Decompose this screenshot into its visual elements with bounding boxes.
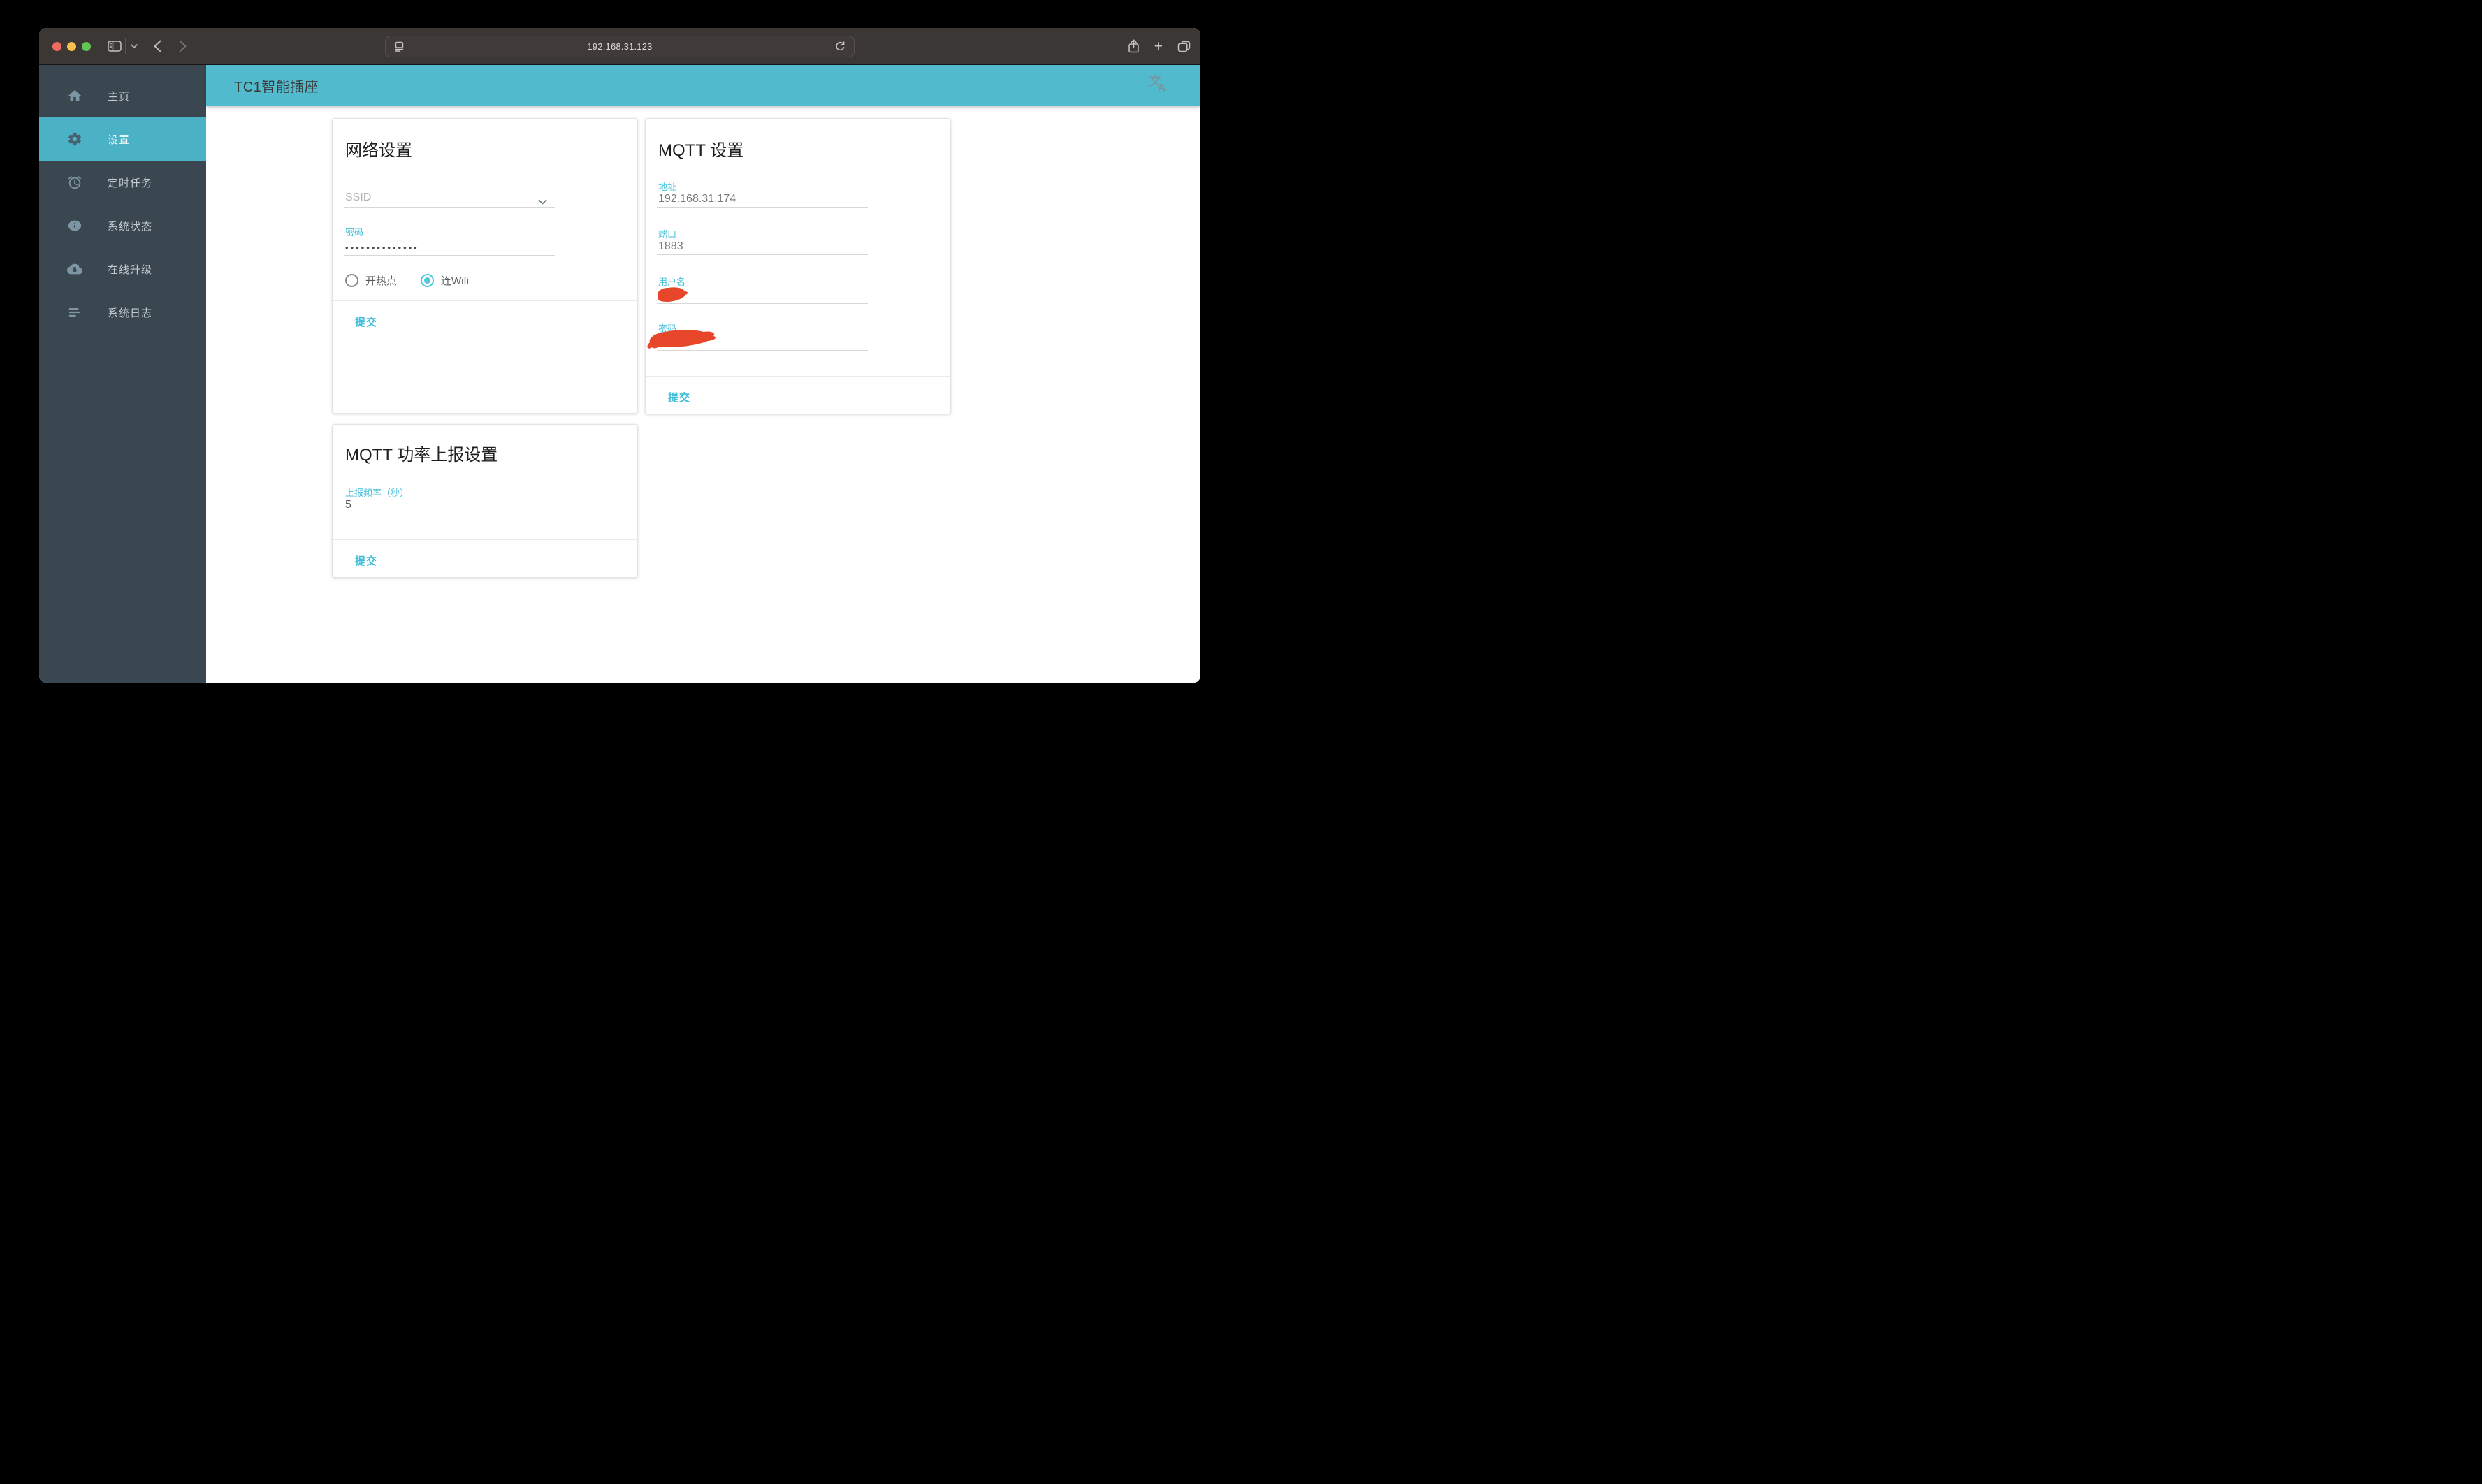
- wifi-radio[interactable]: [421, 274, 435, 287]
- url-text[interactable]: 192.168.31.123: [405, 41, 835, 52]
- sidebar-item-system-logs[interactable]: 系统日志: [39, 291, 206, 334]
- page-title: TC1智能插座: [234, 80, 319, 95]
- power-submit-button[interactable]: 提交: [348, 549, 384, 572]
- sidebar-item-scheduled-tasks[interactable]: 定时任务: [39, 161, 206, 204]
- input-underline: [657, 254, 868, 255]
- input-underline: [657, 303, 868, 304]
- sidebar-item-label: 定时任务: [108, 177, 153, 189]
- sidebar-toggle-icon[interactable]: [106, 28, 123, 64]
- browser-window: 192.168.31.123 + 主页 设置 定时任务 系统状态 在线升级 系统…: [39, 28, 1200, 683]
- hotspot-radio[interactable]: [345, 274, 358, 287]
- card-divider: [333, 539, 637, 540]
- alarm-icon: [67, 175, 82, 190]
- mqtt-submit-button[interactable]: 提交: [661, 386, 697, 409]
- gear-icon: [67, 131, 82, 147]
- radio-label: 开热点: [365, 275, 398, 287]
- back-icon[interactable]: [150, 28, 164, 64]
- field-label: 上报频率（秒）: [345, 488, 409, 498]
- forward-icon[interactable]: [175, 28, 189, 64]
- content-area: 网络设置 SSID 密码 •••••••••••••• 开热点 连Wifi 提交…: [206, 106, 1200, 683]
- sidebar-item-label: 系统日志: [108, 307, 153, 319]
- field-label: 地址: [658, 182, 677, 192]
- sidebar-item-system-status[interactable]: 系统状态: [39, 204, 206, 247]
- minimize-window-icon[interactable]: [67, 42, 76, 51]
- tab-overview-icon[interactable]: [1177, 41, 1191, 52]
- sidebar-item-home[interactable]: 主页: [39, 74, 206, 117]
- chrome-separator: [125, 38, 126, 54]
- input-underline: [657, 207, 868, 208]
- sidebar-item-label: 主页: [108, 90, 131, 103]
- mqtt-address-input[interactable]: 192.168.31.174: [658, 193, 736, 205]
- translate-icon[interactable]: 文 A: [1149, 75, 1170, 96]
- mqtt-port-input[interactable]: 1883: [658, 240, 683, 253]
- logs-icon: [67, 305, 82, 320]
- address-bar[interactable]: 192.168.31.123: [385, 36, 855, 57]
- sidebar-item-label: 在线升级: [108, 263, 153, 276]
- share-icon[interactable]: [1128, 39, 1140, 53]
- wifi-password-input[interactable]: ••••••••••••••: [345, 242, 419, 253]
- mqtt-power-report-card: MQTT 功率上报设置 上报频率（秒） 5 提交: [332, 424, 638, 578]
- home-icon: [67, 88, 82, 103]
- card-divider: [646, 376, 950, 377]
- field-label: 端口: [658, 229, 677, 240]
- cloud-download-icon: [67, 261, 82, 277]
- input-underline: [344, 255, 555, 256]
- sidebar: 主页 设置 定时任务 系统状态 在线升级 系统日志: [39, 65, 206, 683]
- reload-icon[interactable]: [835, 41, 846, 52]
- sidebar-item-settings[interactable]: 设置: [39, 117, 206, 161]
- sidebar-item-label: 系统状态: [108, 220, 153, 233]
- mqtt-settings-card: MQTT 设置 地址 192.168.31.174 端口 1883 用户名 密码: [645, 118, 951, 414]
- radio-label: 连Wifi: [441, 275, 470, 287]
- sidebar-item-online-upgrade[interactable]: 在线升级: [39, 247, 206, 291]
- redaction-scribble: [647, 330, 716, 349]
- network-mode-radios: 开热点 连Wifi: [345, 273, 486, 288]
- ssid-select[interactable]: SSID: [345, 191, 371, 204]
- card-title: 网络设置: [345, 141, 412, 160]
- info-icon: [67, 218, 82, 233]
- browser-chrome: 192.168.31.123 +: [39, 28, 1200, 65]
- chevron-down-icon[interactable]: [129, 28, 139, 64]
- traffic-lights: [52, 42, 91, 51]
- input-underline: [344, 207, 555, 208]
- sidebar-item-label: 设置: [108, 133, 131, 146]
- network-settings-card: 网络设置 SSID 密码 •••••••••••••• 开热点 连Wifi 提交: [332, 118, 638, 414]
- card-title: MQTT 功率上报设置: [345, 446, 498, 465]
- redaction-scribble: [658, 287, 688, 302]
- page-icon[interactable]: [394, 41, 405, 52]
- new-tab-icon[interactable]: +: [1154, 39, 1163, 54]
- zoom-window-icon[interactable]: [82, 42, 91, 51]
- app-header: TC1智能插座 文 A: [206, 65, 1200, 106]
- card-divider: [333, 300, 637, 301]
- card-title: MQTT 设置: [658, 141, 744, 160]
- report-frequency-input[interactable]: 5: [345, 499, 351, 511]
- network-submit-button[interactable]: 提交: [348, 310, 384, 333]
- field-label: 密码: [345, 227, 364, 238]
- close-window-icon[interactable]: [52, 42, 61, 51]
